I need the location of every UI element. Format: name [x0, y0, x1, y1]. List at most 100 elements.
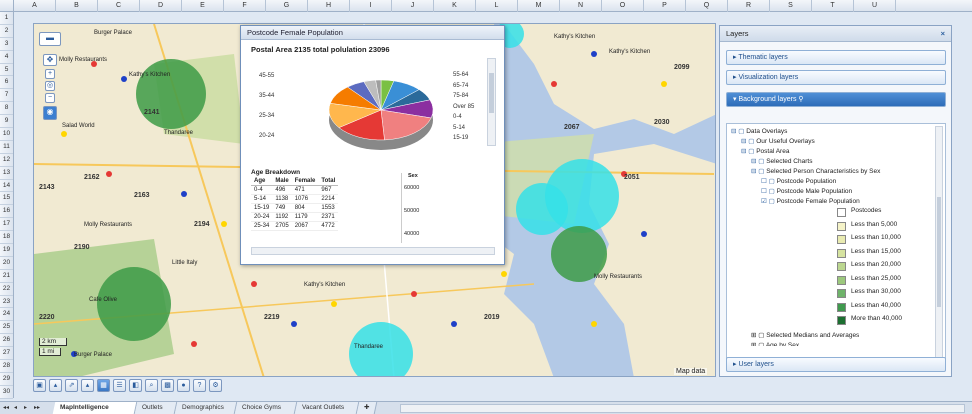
column-header-a[interactable]: A	[14, 0, 56, 12]
row-header-8[interactable]: 8	[0, 102, 13, 116]
checkbox-icon[interactable]: ☐ ▢	[761, 178, 777, 185]
row-header-14[interactable]: 14	[0, 180, 13, 193]
overview-toggle-button[interactable]: ▬	[39, 32, 61, 46]
checkbox-icon[interactable]: ☑ ▢	[761, 198, 777, 205]
column-header-c[interactable]: C	[98, 0, 140, 12]
section-thematic-layers[interactable]: ▸ Thematic layers	[726, 50, 946, 65]
column-header-s[interactable]: S	[770, 0, 812, 12]
row-header-18[interactable]: 18	[0, 231, 13, 245]
folder-icon[interactable]: ⊟ ▢	[741, 148, 756, 155]
row-header-15[interactable]: 15	[0, 192, 13, 206]
record-icon[interactable]: ●	[177, 379, 190, 392]
settings-icon[interactable]: ⚙	[209, 379, 222, 392]
popup-chart-scrollbar[interactable]	[487, 58, 496, 146]
up-icon[interactable]: ▴	[49, 379, 62, 392]
row-header-7[interactable]: 7	[0, 89, 13, 103]
layers-icon[interactable]: ◧	[129, 379, 142, 392]
pie-chart[interactable]	[281, 62, 481, 172]
first-sheet-icon[interactable]: ◂◂	[3, 404, 11, 412]
sheet-tab-choice-gyms[interactable]: Choice Gyms	[234, 402, 298, 414]
row-header-22[interactable]: 22	[0, 283, 13, 296]
row-header-25[interactable]: 25	[0, 321, 13, 335]
layer-tree-item[interactable]: ⊞ ▢ Age by Sex	[751, 341, 799, 346]
folder-icon[interactable]: ⊟ ▢	[741, 138, 756, 145]
last-sheet-icon[interactable]: ▸▸	[34, 404, 42, 412]
row-header-2[interactable]: 2	[0, 25, 13, 38]
layer-tree-item[interactable]: ⊟ ▢ Our Useful Overlays	[741, 137, 815, 145]
folder-icon[interactable]: ⊟ ▢	[751, 158, 766, 165]
column-header-j[interactable]: J	[392, 0, 434, 12]
row-header-10[interactable]: 10	[0, 128, 13, 141]
column-header-i[interactable]: I	[350, 0, 392, 12]
select-all-corner[interactable]	[0, 0, 14, 12]
column-header-k[interactable]: K	[434, 0, 476, 12]
select-tool-icon[interactable]: ▣	[33, 379, 46, 392]
column-header-p[interactable]: P	[644, 0, 686, 12]
row-header-3[interactable]: 3	[0, 38, 13, 51]
image-icon[interactable]: ▩	[161, 379, 174, 392]
new-sheet-icon[interactable]: ✚	[356, 402, 378, 414]
sheet-horizontal-scrollbar[interactable]	[400, 404, 965, 413]
layer-tree-item[interactable]: ⊞ ▢ Selected Medians and Averages	[751, 331, 859, 339]
column-header-m[interactable]: M	[518, 0, 560, 12]
sheet-tab-mapintelligence[interactable]: MapIntelligence	[52, 402, 138, 414]
column-header-b[interactable]: B	[56, 0, 98, 12]
row-header-11[interactable]: 11	[0, 141, 13, 154]
column-header-r[interactable]: R	[728, 0, 770, 12]
sheet-tab-vacant-outlets[interactable]: Vacant Outlets	[294, 402, 360, 414]
zoom-reset-icon[interactable]: ◎	[45, 81, 55, 91]
row-header-21[interactable]: 21	[0, 270, 13, 283]
zoom-in-icon[interactable]: +	[45, 69, 55, 79]
row-header-30[interactable]: 30	[0, 386, 13, 399]
sheet-tab-outlets[interactable]: Outlets	[134, 402, 178, 414]
row-header-6[interactable]: 6	[0, 76, 13, 90]
column-header-d[interactable]: D	[140, 0, 182, 12]
row-header-13[interactable]: 13	[0, 167, 13, 180]
column-header-f[interactable]: F	[224, 0, 266, 12]
row-header-23[interactable]: 23	[0, 296, 13, 309]
column-header-g[interactable]: G	[266, 0, 308, 12]
layer-tree-item[interactable]: ⊟ ▢ Postal Area	[741, 147, 789, 155]
row-header-29[interactable]: 29	[0, 373, 13, 386]
row-header-5[interactable]: 5	[0, 64, 13, 77]
column-header-n[interactable]: N	[560, 0, 602, 12]
layer-tree-scrollbar[interactable]	[935, 126, 943, 362]
row-header-24[interactable]: 24	[0, 308, 13, 322]
layer-tree-item[interactable]: ⊟ ▢ Selected Person Characteristics by S…	[751, 167, 880, 175]
pan-up-icon[interactable]: ✥	[43, 54, 57, 66]
row-header-4[interactable]: 4	[0, 51, 13, 64]
column-header-u[interactable]: U	[854, 0, 896, 12]
row-header-28[interactable]: 28	[0, 360, 13, 373]
row-header-17[interactable]: 17	[0, 218, 13, 232]
row-header-9[interactable]: 9	[0, 115, 13, 129]
row-header-1[interactable]: 1	[0, 12, 13, 25]
layer-tree-item[interactable]: ⊟ ▢ Data Overlays	[731, 127, 787, 135]
grid-icon[interactable]: ▦	[97, 379, 110, 392]
close-icon[interactable]: ×	[941, 26, 945, 42]
column-header-l[interactable]: L	[476, 0, 518, 12]
zoom-out-icon[interactable]: −	[45, 93, 55, 103]
folder-icon[interactable]: ⊟ ▢	[751, 168, 766, 175]
layer-tree-item[interactable]: ⊟ ▢ Selected Charts	[751, 157, 812, 165]
legend-icon[interactable]: ☰	[113, 379, 126, 392]
row-header-16[interactable]: 16	[0, 205, 13, 219]
section-visualization-layers[interactable]: ▸ Visualization layers	[726, 70, 946, 85]
row-header-12[interactable]: 12	[0, 154, 13, 167]
street-view-icon[interactable]: ◉	[43, 106, 57, 120]
help-icon[interactable]: ?	[193, 379, 206, 392]
row-header-27[interactable]: 27	[0, 347, 13, 361]
row-header-20[interactable]: 20	[0, 257, 13, 270]
column-header-t[interactable]: T	[812, 0, 854, 12]
prev-sheet-icon[interactable]: ◂	[14, 404, 22, 412]
layer-tree-item[interactable]: ☐ ▢ Postcode Male Population	[761, 187, 852, 195]
layer-tree-item[interactable]: ☐ ▢ Postcode Population	[761, 177, 836, 185]
folder-icon[interactable]: ⊟ ▢	[731, 128, 746, 135]
column-header-h[interactable]: H	[308, 0, 350, 12]
column-header-o[interactable]: O	[602, 0, 644, 12]
sheet-tab-demographics[interactable]: Demographics	[174, 402, 238, 414]
section-user-layers[interactable]: ▸ User layers	[726, 357, 946, 372]
up-icon[interactable]: ▴	[81, 379, 94, 392]
checkbox-icon[interactable]: ☐ ▢	[761, 188, 777, 195]
column-header-e[interactable]: E	[182, 0, 224, 12]
row-header-19[interactable]: 19	[0, 244, 13, 257]
